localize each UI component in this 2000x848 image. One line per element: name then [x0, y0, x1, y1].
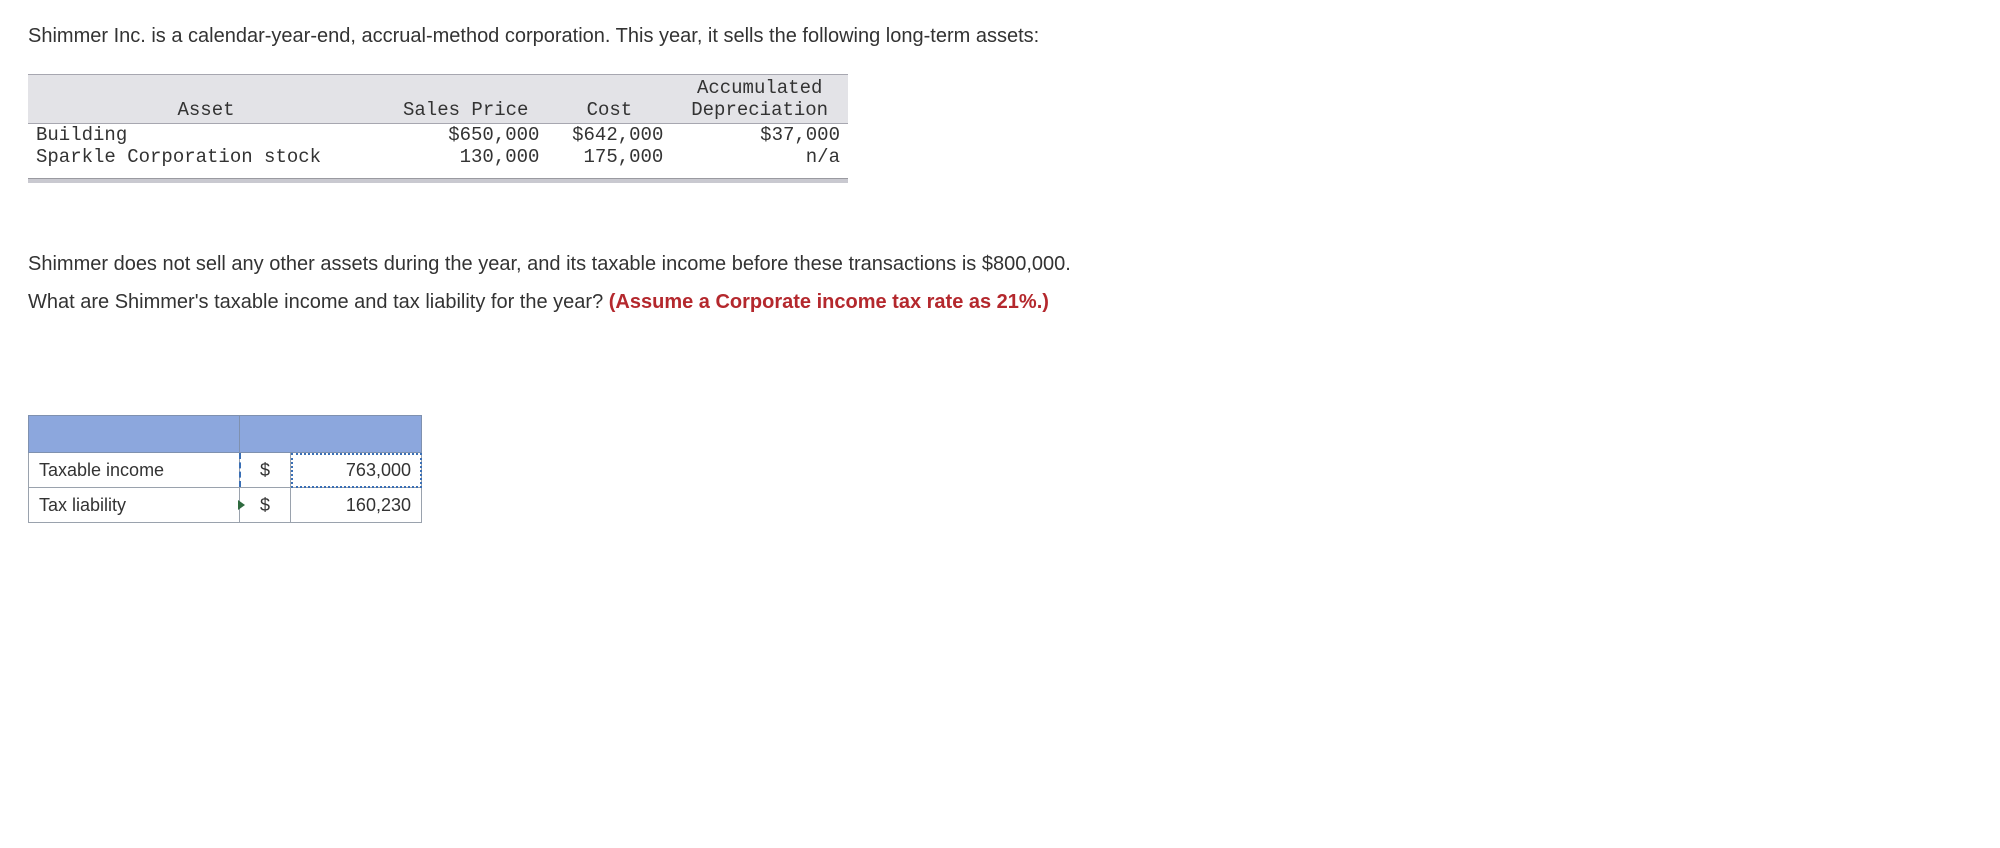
answer-header-blank-1 — [29, 416, 240, 453]
answer-table: Taxable income $ 763,000 Tax liability $… — [28, 415, 422, 523]
header-cost: Cost — [547, 75, 671, 124]
table-bottom-rule — [28, 178, 848, 183]
cell-cost: $642,000 — [547, 124, 671, 147]
taxable-income-input[interactable]: 763,000 — [291, 453, 422, 488]
assumption-text: (Assume a Corporate income tax rate as 2… — [609, 291, 1049, 313]
cell-sales-price: 130,000 — [384, 146, 547, 168]
answer-currency: $ — [240, 488, 291, 523]
header-accum-dep: Accumulated Depreciation — [671, 75, 848, 124]
question-text: What are Shimmer's taxable income and ta… — [28, 291, 609, 313]
context-line-1: Shimmer does not sell any other assets d… — [28, 245, 1972, 283]
answer-row: Taxable income $ 763,000 — [29, 453, 422, 488]
cell-accum-dep: $37,000 — [671, 124, 848, 147]
intro-text: Shimmer Inc. is a calendar-year-end, acc… — [28, 22, 1972, 50]
question-line: What are Shimmer's taxable income and ta… — [28, 283, 1972, 321]
cell-sales-price: $650,000 — [384, 124, 547, 147]
cell-asset: Sparkle Corporation stock — [28, 146, 384, 168]
tax-liability-input[interactable]: 160,230 — [291, 488, 422, 523]
answer-header-blank-2 — [240, 416, 422, 453]
header-asset: Asset — [28, 75, 384, 124]
answer-label: Tax liability — [29, 488, 240, 523]
header-sales-price: Sales Price — [384, 75, 547, 124]
answer-row: Tax liability $ 160,230 — [29, 488, 422, 523]
answer-label: Taxable income — [29, 453, 240, 488]
cell-cost: 175,000 — [547, 146, 671, 168]
cell-accum-dep: n/a — [671, 146, 848, 168]
answer-currency: $ — [240, 453, 291, 488]
table-row: Sparkle Corporation stock 130,000 175,00… — [28, 146, 848, 168]
cell-asset: Building — [28, 124, 384, 147]
asset-table: Asset Sales Price Cost Accumulated Depre… — [28, 74, 848, 168]
table-row: Building $650,000 $642,000 $37,000 — [28, 124, 848, 147]
